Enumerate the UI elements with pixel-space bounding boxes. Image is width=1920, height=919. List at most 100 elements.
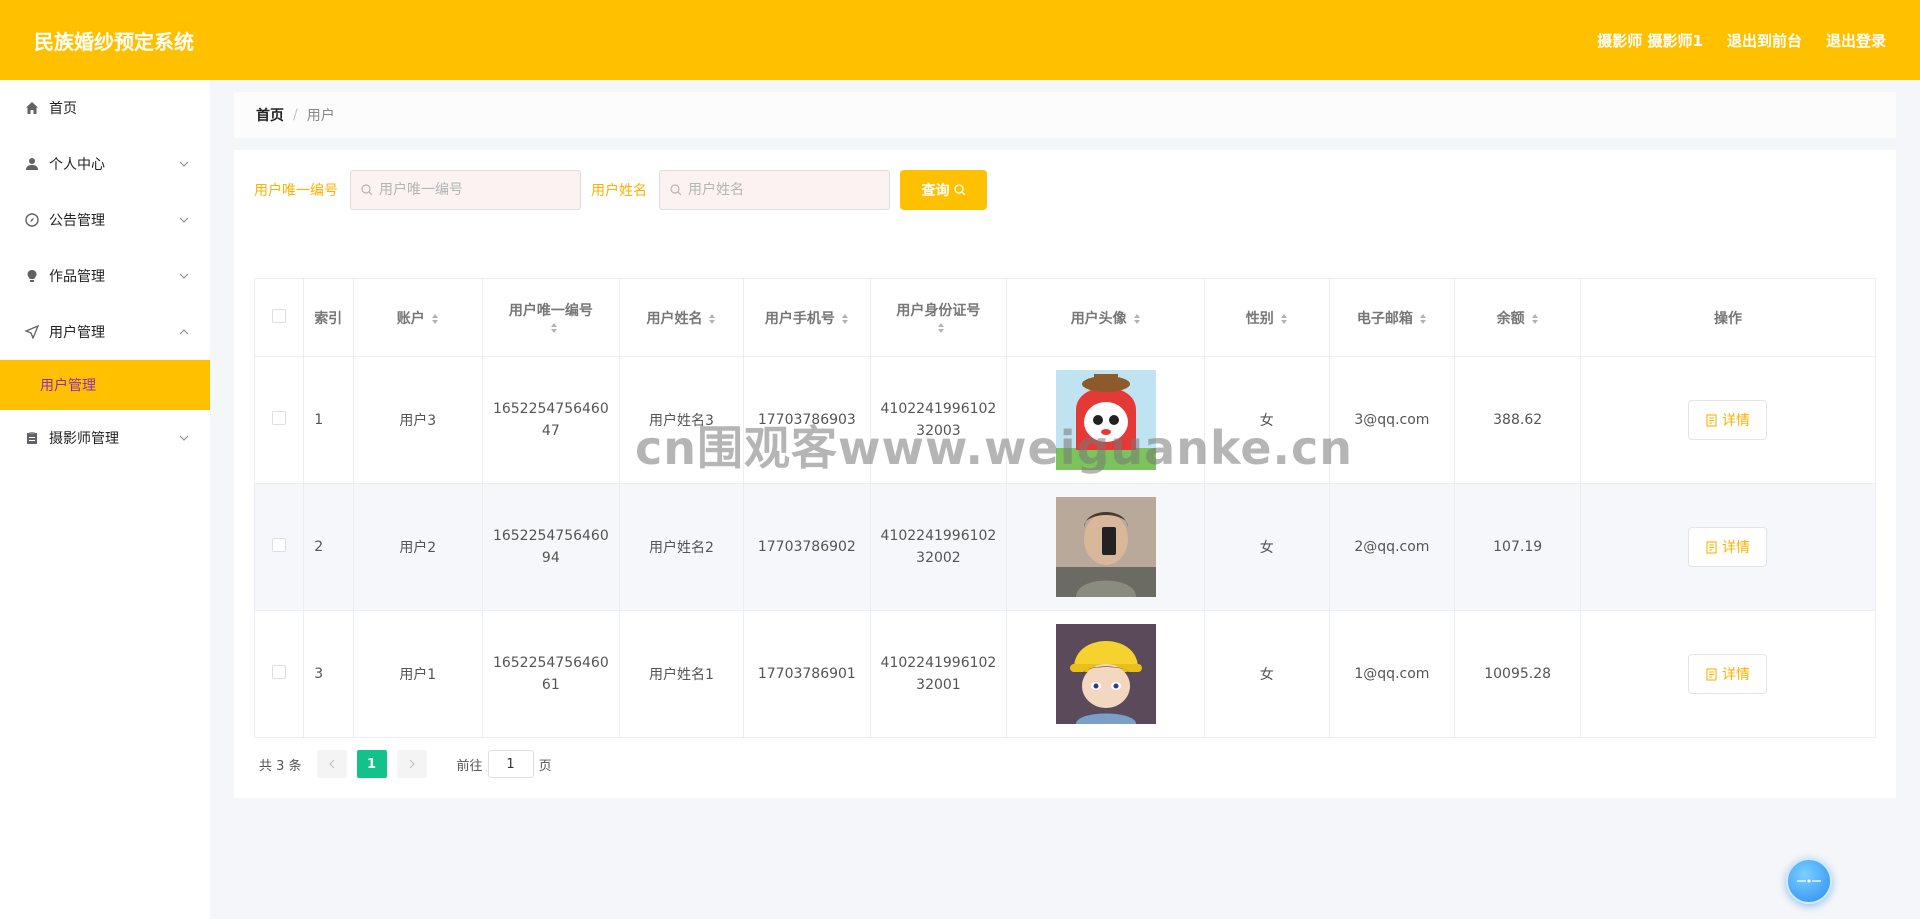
cell-balance: 10095.28 xyxy=(1454,610,1581,738)
cell-email: 2@qq.com xyxy=(1328,483,1456,611)
next-page-button[interactable] xyxy=(396,750,427,778)
column-header-label: 性别 xyxy=(1245,310,1274,327)
bulb-icon xyxy=(24,268,40,284)
cell-phone: 17703786903 xyxy=(743,356,871,484)
search-button[interactable]: 查询 xyxy=(900,170,987,210)
sidebar-item-label: 作品管理 xyxy=(49,269,105,285)
column-header-gender[interactable]: 性别 xyxy=(1204,278,1330,357)
select-all-header[interactable] xyxy=(253,278,305,357)
sidebar-item-profile[interactable]: 个人中心 xyxy=(0,136,210,192)
select-all-checkbox[interactable] xyxy=(272,308,287,323)
user-icon xyxy=(24,156,40,172)
name-label: 用户姓名 xyxy=(591,183,647,199)
sidebar-item-notice[interactable]: 公告管理 xyxy=(0,192,210,248)
column-header-label: 用户姓名 xyxy=(646,310,703,327)
chevron-down-icon xyxy=(179,217,189,223)
sidebar-item-label: 用户管理 xyxy=(40,378,96,394)
column-header-phone[interactable]: 用户手机号 xyxy=(743,278,871,357)
sidebar-item-label: 用户管理 xyxy=(49,325,105,341)
cell-account: 用户2 xyxy=(352,483,483,611)
table-row: 1 用户3 1652254756460 47 用户姓名3 17703786903… xyxy=(253,356,1877,484)
sort-icon xyxy=(550,322,557,333)
cell-action: 详情 xyxy=(1579,610,1877,738)
cell-index: 2 xyxy=(303,483,354,611)
sidebar-item-users[interactable]: 用户管理 xyxy=(0,304,210,360)
row-checkbox[interactable] xyxy=(272,411,287,425)
name-search-input[interactable] xyxy=(688,182,878,198)
cell-uid: 1652254756460 94 xyxy=(481,483,620,611)
column-header-idcard[interactable]: 用户身份证号 xyxy=(869,278,1008,357)
search-button-label: 查询 xyxy=(921,183,950,199)
row-checkbox-cell[interactable] xyxy=(253,610,305,738)
sidebar-item-label: 首页 xyxy=(49,101,77,117)
column-header-avatar[interactable]: 用户头像 xyxy=(1006,278,1206,357)
column-header-name[interactable]: 用户姓名 xyxy=(618,278,745,357)
prev-page-button[interactable] xyxy=(316,750,347,778)
column-header-label: 电子邮箱 xyxy=(1356,310,1413,327)
sidebar-item-home[interactable]: 首页 xyxy=(0,80,210,136)
sort-icon xyxy=(841,313,848,324)
logout-link[interactable]: 退出登录 xyxy=(1826,30,1886,51)
user-table: 索引 账户 用户唯一编号 用户姓名 用户手机号 用户身份证号 用户头像 性别 电… xyxy=(253,278,1877,738)
cell-balance: 388.62 xyxy=(1454,356,1581,484)
column-header-action: 操作 xyxy=(1579,278,1877,357)
cell-index: 1 xyxy=(303,356,354,484)
sidebar: 首页 个人中心 公告管理 作品管理 用户管理 用户管理 摄影师管理 xyxy=(0,80,210,919)
column-header-label: 账户 xyxy=(396,310,425,327)
cell-gender: 女 xyxy=(1204,356,1330,484)
column-header-label: 用户头像 xyxy=(1070,310,1127,327)
sidebar-subitem-user-manage[interactable]: 用户管理 xyxy=(0,360,210,410)
cell-action: 详情 xyxy=(1579,356,1877,484)
pagination: 共 3 条 1 前往 页 xyxy=(259,750,552,778)
cell-idcard: 4102241996102 32002 xyxy=(869,483,1008,611)
breadcrumb-current: 用户 xyxy=(306,108,335,124)
chevron-down-icon xyxy=(179,273,189,279)
cartoon-girl-avatar xyxy=(1055,370,1156,470)
chevron-left-icon xyxy=(328,759,334,769)
sidebar-item-photographers[interactable]: 摄影师管理 xyxy=(0,410,210,466)
detail-button[interactable]: 详情 xyxy=(1688,527,1768,567)
cell-name: 用户姓名3 xyxy=(618,356,745,484)
row-checkbox-cell[interactable] xyxy=(253,483,305,611)
column-header-balance[interactable]: 余额 xyxy=(1454,278,1581,357)
cell-avatar xyxy=(1006,356,1206,484)
breadcrumb-home[interactable]: 首页 xyxy=(256,105,284,125)
main-panel: 用户唯一编号 用户姓名 查询 索引 账户 用户唯一编号 用户姓名 用户手机号 xyxy=(234,150,1896,798)
column-header-account[interactable]: 账户 xyxy=(352,278,483,357)
cell-email: 3@qq.com xyxy=(1328,356,1456,484)
name-search-field[interactable] xyxy=(659,170,890,210)
column-header-label: 用户唯一编号 xyxy=(508,302,593,319)
floating-assistant-button[interactable] xyxy=(1786,858,1832,904)
exit-to-front-link[interactable]: 退出到前台 xyxy=(1727,30,1802,51)
row-checkbox-cell[interactable] xyxy=(253,356,305,484)
column-header-index: 索引 xyxy=(303,278,354,357)
detail-button[interactable]: 详情 xyxy=(1688,654,1768,694)
detail-button[interactable]: 详情 xyxy=(1688,400,1768,440)
current-user-label[interactable]: 摄影师 摄影师1 xyxy=(1597,30,1703,51)
sort-icon xyxy=(709,313,716,324)
detail-button-label: 详情 xyxy=(1721,667,1750,683)
top-header: 民族婚纱预定系统 摄影师 摄影师1 退出到前台 退出登录 xyxy=(0,0,1920,80)
sidebar-item-works[interactable]: 作品管理 xyxy=(0,248,210,304)
chevron-down-icon xyxy=(179,161,189,167)
cell-idcard: 4102241996102 32001 xyxy=(869,610,1008,738)
compass-icon xyxy=(24,212,40,228)
row-checkbox[interactable] xyxy=(272,665,287,679)
column-header-uid[interactable]: 用户唯一编号 xyxy=(481,278,620,357)
app-title: 民族婚纱预定系统 xyxy=(34,29,194,54)
breadcrumb: 首页 / 用户 xyxy=(234,92,1896,138)
row-checkbox[interactable] xyxy=(272,538,287,552)
cell-avatar xyxy=(1006,483,1206,611)
column-header-email[interactable]: 电子邮箱 xyxy=(1328,278,1456,357)
breadcrumb-separator: / xyxy=(293,107,298,123)
search-form: 用户唯一编号 用户姓名 查询 xyxy=(254,170,987,210)
sort-icon xyxy=(1133,313,1140,324)
uid-search-field[interactable] xyxy=(350,170,581,210)
document-icon xyxy=(1706,540,1717,554)
page-button-current[interactable]: 1 xyxy=(356,750,387,778)
goto-page-input[interactable] xyxy=(487,750,534,778)
uid-search-input[interactable] xyxy=(379,182,569,198)
cell-avatar xyxy=(1006,610,1206,738)
cell-email: 1@qq.com xyxy=(1328,610,1456,738)
column-header-label: 用户手机号 xyxy=(764,310,835,327)
